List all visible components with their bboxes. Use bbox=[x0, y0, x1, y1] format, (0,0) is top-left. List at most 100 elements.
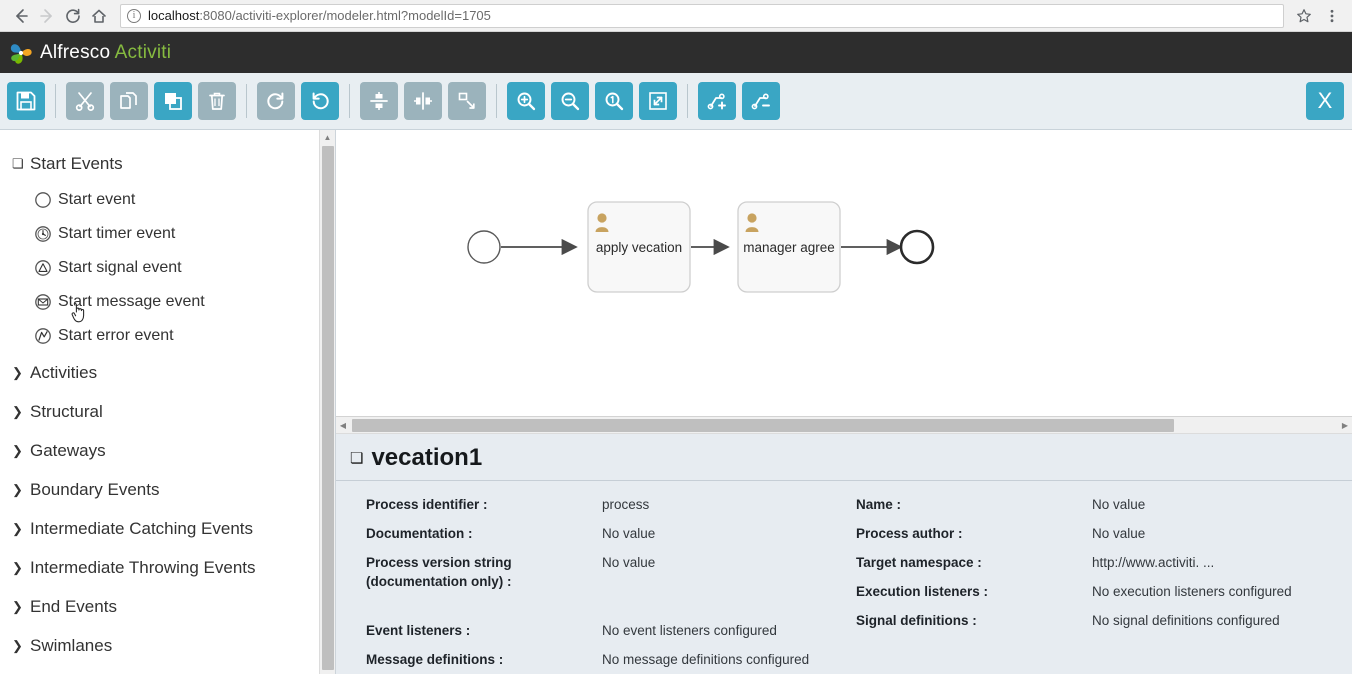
canvas-scrollbar-thumb[interactable] bbox=[352, 418, 1174, 432]
redo-button[interactable] bbox=[257, 82, 295, 120]
chevron-right-icon: ❯ bbox=[12, 637, 23, 653]
property-value[interactable]: http://www.activiti. ... bbox=[1092, 553, 1214, 572]
property-label: Execution listeners : bbox=[856, 584, 989, 600]
palette-group-label: End Events bbox=[30, 596, 117, 616]
property-value[interactable]: No value bbox=[1092, 495, 1145, 514]
palette-group-artifacts[interactable]: ❯ Artifacts bbox=[12, 665, 335, 674]
align-horizontal-button[interactable] bbox=[404, 82, 442, 120]
palette-group-intermediate-catching-events[interactable]: ❯ Intermediate Catching Events bbox=[12, 509, 335, 548]
palette-group-intermediate-throwing-events[interactable]: ❯ Intermediate Throwing Events bbox=[12, 548, 335, 587]
forward-arrow-icon bbox=[34, 3, 60, 29]
start-timer-event-icon bbox=[34, 225, 58, 243]
scroll-left-arrow-icon[interactable]: ◀ bbox=[336, 417, 350, 434]
paste-icon bbox=[165, 93, 182, 110]
chevron-right-icon: ❯ bbox=[12, 403, 23, 419]
property-value[interactable]: No value bbox=[602, 553, 655, 591]
property-label: Process author : bbox=[856, 526, 963, 542]
properties-panel: ❏ vecation1 Process identifier : process… bbox=[336, 434, 1352, 674]
palette-group-start-events[interactable]: ❏ Start Events bbox=[12, 144, 335, 183]
canvas-horizontal-scrollbar[interactable]: ◀ ▶ bbox=[336, 417, 1352, 435]
palette-group-label: Gateways bbox=[30, 440, 106, 460]
shape-palette: ❏ Start Events Start event Start timer e… bbox=[0, 130, 336, 674]
delete-button[interactable] bbox=[198, 82, 236, 120]
user-task-apply-vecation-label: apply vecation bbox=[596, 240, 682, 255]
scroll-up-arrow-icon[interactable]: ▲ bbox=[320, 130, 335, 144]
property-value[interactable]: No event listeners configured bbox=[602, 621, 777, 640]
browser-toolbar: i localhost:8080/activiti-explorer/model… bbox=[0, 0, 1352, 32]
palette-vertical-scrollbar[interactable]: ▲ bbox=[319, 130, 335, 674]
property-value[interactable]: process bbox=[602, 495, 649, 514]
url-path: :8080/activiti-explorer/modeler.html?mod… bbox=[199, 8, 491, 23]
chevron-right-icon: ❯ bbox=[12, 520, 23, 536]
brand-alfresco: Alfresco bbox=[40, 41, 111, 63]
property-label: Message definitions : bbox=[366, 652, 504, 668]
undo-button[interactable] bbox=[301, 82, 339, 120]
palette-item-start-timer-event[interactable]: Start timer event bbox=[12, 217, 335, 251]
chevron-down-icon: ❏ bbox=[12, 155, 24, 171]
three-dot-menu-icon[interactable] bbox=[1320, 4, 1344, 28]
properties-grid: Process identifier : process Documentati… bbox=[336, 481, 1352, 674]
zoom-in-button[interactable] bbox=[507, 82, 545, 120]
palette-group-structural[interactable]: ❯ Structural bbox=[12, 392, 335, 431]
palette-group-label: Activities bbox=[30, 362, 98, 382]
process-canvas[interactable]: apply vecation manager agree bbox=[336, 130, 1352, 418]
palette-item-start-message-event[interactable]: Start message event bbox=[12, 285, 335, 319]
zoom-fit-button[interactable] bbox=[639, 82, 677, 120]
property-value[interactable]: No message definitions configured bbox=[602, 650, 809, 669]
property-row: Message definitions : No message definit… bbox=[366, 650, 856, 669]
reload-icon[interactable] bbox=[60, 3, 86, 29]
start-event-node bbox=[467, 230, 501, 264]
align-vertical-icon bbox=[370, 92, 388, 110]
paste-button[interactable] bbox=[154, 82, 192, 120]
copy-button[interactable] bbox=[110, 82, 148, 120]
canvas-scrollbar-track[interactable] bbox=[350, 417, 1338, 434]
start-error-event-icon bbox=[34, 327, 58, 345]
start-signal-event-icon bbox=[34, 259, 58, 277]
palette-group-gateways[interactable]: ❯ Gateways bbox=[12, 431, 335, 470]
zoom-out-button[interactable] bbox=[551, 82, 589, 120]
palette-group-activities[interactable]: ❯ Activities bbox=[12, 353, 335, 392]
property-row: Signal definitions : No signal definitio… bbox=[856, 611, 1352, 630]
brand-title: Alfresco Activiti bbox=[40, 42, 171, 64]
chevron-down-icon[interactable]: ❏ bbox=[350, 449, 363, 467]
address-bar[interactable]: i localhost:8080/activiti-explorer/model… bbox=[120, 3, 1284, 28]
zoom-actual-button[interactable] bbox=[595, 82, 633, 120]
properties-header[interactable]: ❏ vecation1 bbox=[336, 434, 1352, 482]
site-info-icon[interactable]: i bbox=[127, 8, 141, 23]
bookmark-star-icon[interactable] bbox=[1292, 4, 1316, 28]
properties-column-right: Name : No value Process author : No valu… bbox=[856, 495, 1352, 674]
palette-item-label: Start message event bbox=[58, 293, 205, 310]
palette-group-swimlanes[interactable]: ❯ Swimlanes bbox=[12, 626, 335, 665]
redo-arrow-icon bbox=[267, 92, 284, 110]
palette-group-end-events[interactable]: ❯ End Events bbox=[12, 587, 335, 626]
home-icon[interactable] bbox=[86, 3, 112, 29]
palette-item-start-signal-event[interactable]: Start signal event bbox=[12, 251, 335, 285]
properties-title: vecation1 bbox=[371, 444, 483, 472]
save-button[interactable] bbox=[7, 82, 45, 120]
back-arrow-icon[interactable] bbox=[8, 3, 34, 29]
toolbar-separator bbox=[246, 84, 247, 118]
palette-item-start-event[interactable]: Start event bbox=[12, 183, 335, 217]
toolbar-separator bbox=[349, 84, 350, 118]
add-bendpoint-button[interactable] bbox=[698, 82, 736, 120]
property-value[interactable]: No value bbox=[1092, 524, 1145, 543]
property-value[interactable]: No value bbox=[602, 524, 655, 543]
scroll-right-arrow-icon[interactable]: ▶ bbox=[1338, 417, 1352, 434]
align-vertical-button[interactable] bbox=[360, 82, 398, 120]
palette-scrollbar-thumb[interactable] bbox=[322, 146, 334, 670]
undo-arrow-icon bbox=[312, 92, 329, 110]
editor-pane: apply vecation manager agree ◀ ▶ ❏ vecat… bbox=[336, 130, 1352, 674]
chevron-right-icon: ❯ bbox=[12, 598, 23, 614]
close-editor-button[interactable]: X bbox=[1306, 82, 1344, 120]
remove-bendpoint-button[interactable] bbox=[742, 82, 780, 120]
cut-button[interactable] bbox=[66, 82, 104, 120]
align-horizontal-icon bbox=[414, 92, 432, 110]
end-event-node bbox=[899, 229, 935, 265]
palette-group-boundary-events[interactable]: ❯ Boundary Events bbox=[12, 470, 335, 509]
zoom-fit-icon bbox=[649, 92, 667, 110]
same-size-button[interactable] bbox=[448, 82, 486, 120]
chevron-right-icon: ❯ bbox=[12, 559, 23, 575]
property-value[interactable]: No signal definitions configured bbox=[1092, 611, 1280, 630]
property-value[interactable]: No execution listeners configured bbox=[1092, 582, 1292, 601]
palette-item-start-error-event[interactable]: Start error event bbox=[12, 319, 335, 353]
